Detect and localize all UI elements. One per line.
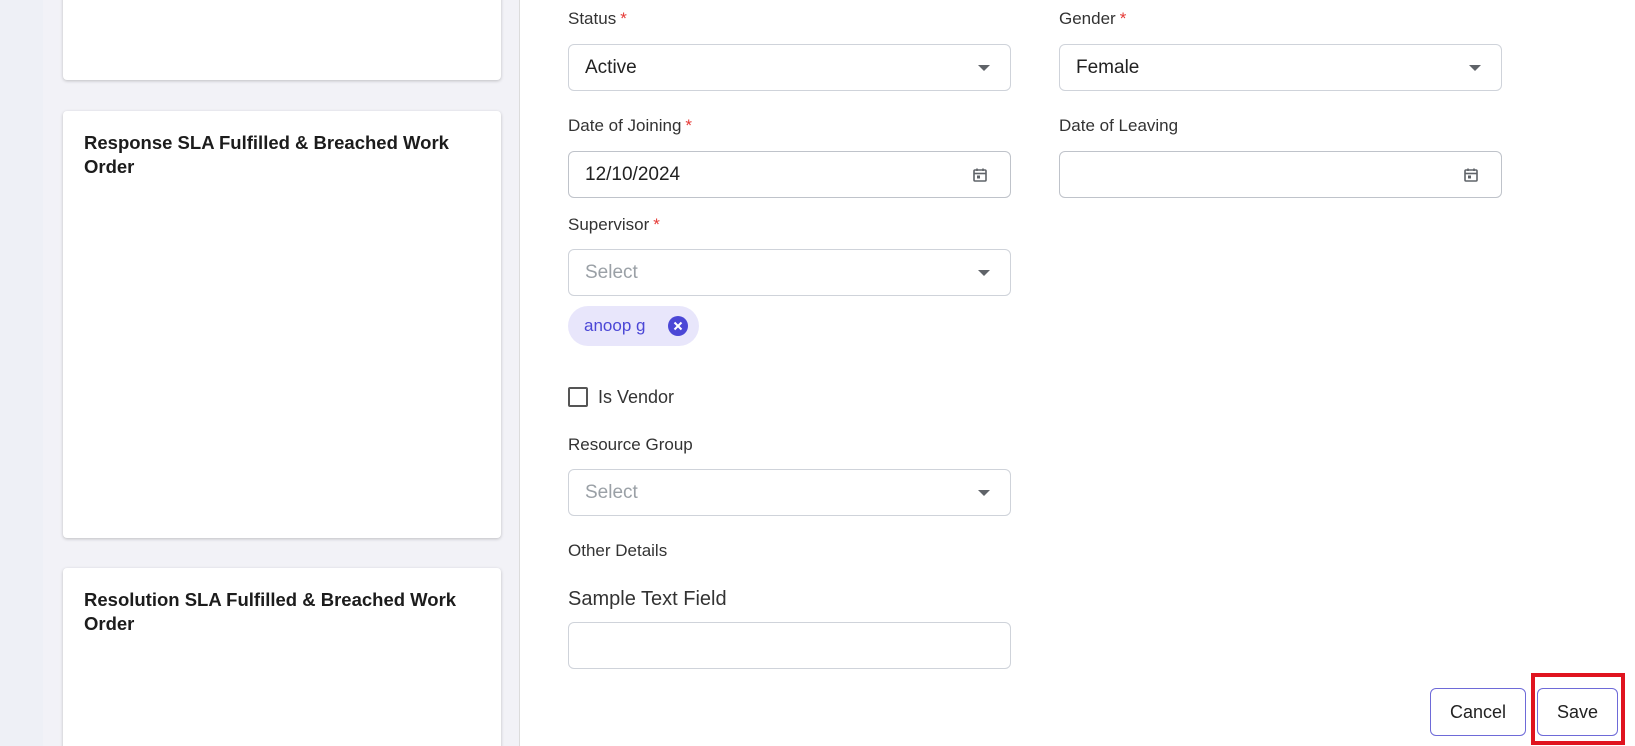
- dashboard-panel: Response SLA Fulfilled & Breached Work O…: [43, 0, 519, 746]
- supervisor-select[interactable]: Select: [568, 249, 1011, 296]
- dashboard-card-resolution-sla: Resolution SLA Fulfilled & Breached Work…: [63, 568, 501, 746]
- sample-text-field-input[interactable]: [568, 622, 1011, 669]
- chevron-down-icon: [1469, 65, 1481, 71]
- chevron-down-icon: [978, 490, 990, 496]
- status-label: Status *: [568, 9, 627, 29]
- supervisor-chip: anoop g: [568, 306, 699, 346]
- required-mark: *: [685, 116, 693, 135]
- resource-group-select[interactable]: Select: [568, 469, 1011, 516]
- date-of-leaving-input[interactable]: [1059, 151, 1502, 198]
- gender-label: Gender *: [1059, 9, 1126, 29]
- dashboard-card-response-sla: Response SLA Fulfilled & Breached Work O…: [63, 111, 501, 538]
- supervisor-placeholder: Select: [585, 262, 638, 283]
- gender-value: Female: [1076, 57, 1140, 78]
- status-select[interactable]: Active: [568, 44, 1011, 91]
- date-of-leaving-label: Date of Leaving: [1059, 116, 1178, 136]
- card-title: Resolution SLA Fulfilled & Breached Work…: [84, 589, 457, 634]
- status-label-text: Status: [568, 9, 617, 28]
- supervisor-label: Supervisor *: [568, 215, 660, 235]
- date-of-joining-label: Date of Joining *: [568, 116, 692, 136]
- sample-text-field-label: Sample Text Field: [568, 588, 727, 610]
- gender-select[interactable]: Female: [1059, 44, 1502, 91]
- date-of-joining-input[interactable]: 12/10/2024: [568, 151, 1011, 198]
- app-left-strip: [0, 0, 43, 746]
- resource-group-label: Resource Group: [568, 435, 693, 455]
- chevron-down-icon: [978, 65, 990, 71]
- calendar-icon[interactable]: [1463, 167, 1479, 183]
- dashboard-card: [63, 0, 501, 80]
- required-mark: *: [620, 9, 627, 28]
- status-value: Active: [585, 57, 637, 78]
- is-vendor-label[interactable]: Is Vendor: [598, 387, 674, 408]
- card-title: Response SLA Fulfilled & Breached Work O…: [84, 132, 449, 177]
- chip-label: anoop g: [584, 316, 646, 335]
- resource-group-label-text: Resource Group: [568, 435, 693, 454]
- cancel-button[interactable]: Cancel: [1430, 688, 1526, 736]
- date-of-leaving-label-text: Date of Leaving: [1059, 116, 1179, 135]
- supervisor-label-text: Supervisor: [568, 215, 650, 234]
- date-of-joining-label-text: Date of Joining: [568, 116, 682, 135]
- required-mark: *: [653, 215, 660, 234]
- gender-label-text: Gender: [1059, 9, 1116, 28]
- save-button[interactable]: Save: [1537, 688, 1618, 736]
- date-of-joining-value: 12/10/2024: [585, 164, 681, 185]
- calendar-icon[interactable]: [972, 167, 988, 183]
- is-vendor-checkbox[interactable]: [568, 387, 588, 407]
- required-mark: *: [1119, 9, 1127, 28]
- chevron-down-icon: [978, 270, 990, 276]
- other-details-heading: Other Details: [568, 541, 668, 560]
- close-icon[interactable]: [668, 316, 688, 336]
- resource-group-placeholder: Select: [585, 482, 638, 503]
